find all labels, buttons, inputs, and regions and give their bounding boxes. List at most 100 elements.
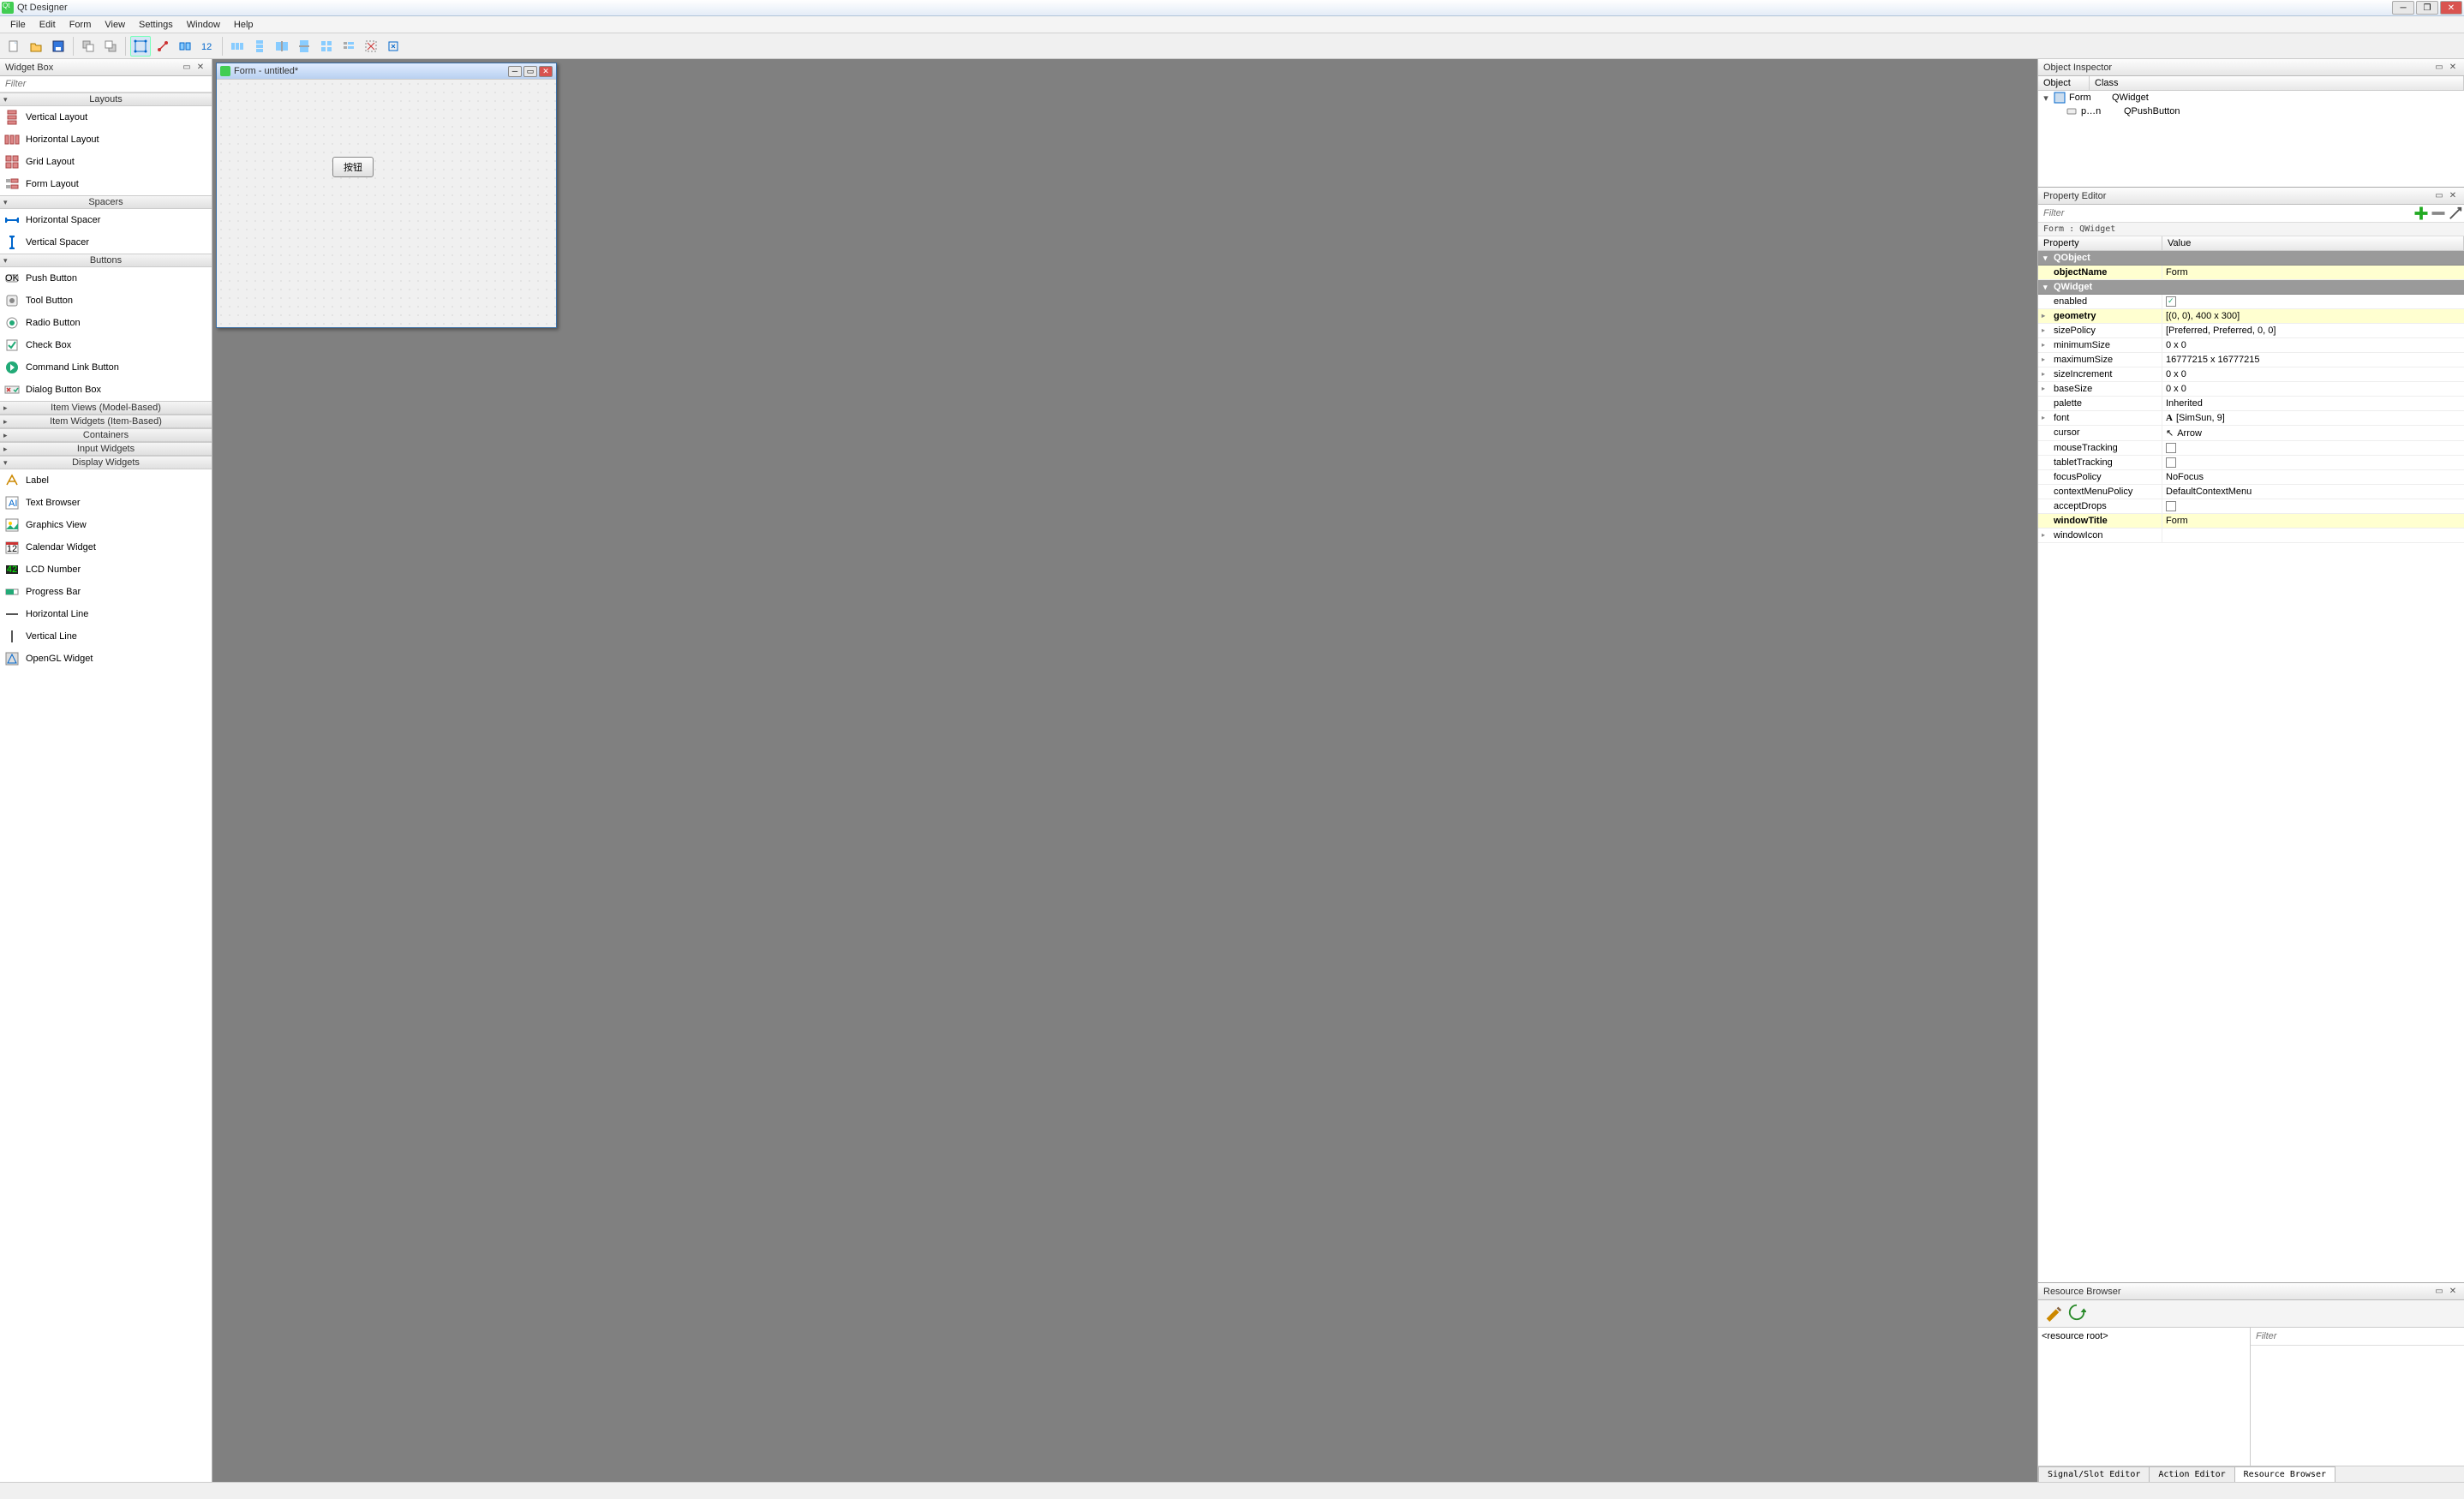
oi-tree[interactable]: ▾FormQWidgetp…nQPushButton bbox=[2038, 91, 2464, 187]
wb-item-lcd-number[interactable]: 42LCD Number bbox=[0, 558, 212, 581]
pe-prop-acceptdrops[interactable]: acceptDrops bbox=[2038, 499, 2464, 514]
dock-close-button[interactable]: ✕ bbox=[194, 62, 206, 74]
menu-edit[interactable]: Edit bbox=[33, 16, 63, 33]
wb-item-grid-layout[interactable]: Grid Layout bbox=[0, 151, 212, 173]
edit-signals-icon[interactable] bbox=[153, 36, 173, 57]
rb-resource-view[interactable] bbox=[2251, 1346, 2464, 1466]
window-maximize-button[interactable]: ❐ bbox=[2416, 1, 2438, 15]
new-file-icon[interactable] bbox=[3, 36, 24, 57]
form-subwindow[interactable]: Form - untitled* ─ ▭ ✕ 按钮 bbox=[216, 63, 557, 328]
pe-prop-focuspolicy[interactable]: focusPolicyNoFocus bbox=[2038, 470, 2464, 485]
wb-item-radio-button[interactable]: Radio Button bbox=[0, 312, 212, 334]
pe-config-button[interactable] bbox=[2447, 205, 2464, 222]
wb-category-input-widgets[interactable]: ▸Input Widgets bbox=[0, 442, 212, 456]
wb-category-layouts[interactable]: ▾Layouts bbox=[0, 93, 212, 106]
oi-header-class[interactable]: Class bbox=[2090, 76, 2464, 90]
widget-box-list[interactable]: ▾LayoutsVertical LayoutHorizontal Layout… bbox=[0, 93, 212, 1482]
pe-prop-font[interactable]: ▸fontA [SimSun, 9] bbox=[2038, 411, 2464, 426]
wb-item-check-box[interactable]: Check Box bbox=[0, 334, 212, 356]
form-maximize-button[interactable]: ▭ bbox=[523, 66, 537, 77]
wb-item-vertical-line[interactable]: Vertical Line bbox=[0, 625, 212, 648]
rb-edit-resources-button[interactable] bbox=[2043, 1303, 2062, 1324]
bottom-tab-signal-slot-editor[interactable]: Signal/Slot Editor bbox=[2038, 1466, 2150, 1482]
layout-v-splitter-icon[interactable] bbox=[294, 36, 314, 57]
pe-prop-geometry[interactable]: ▸geometry[(0, 0), 400 x 300] bbox=[2038, 309, 2464, 324]
send-back-icon[interactable] bbox=[78, 36, 99, 57]
pe-prop-tablettracking[interactable]: tabletTracking bbox=[2038, 456, 2464, 470]
pe-prop-basesize[interactable]: ▸baseSize0 x 0 bbox=[2038, 382, 2464, 397]
rb-close-button[interactable]: ✕ bbox=[2447, 1286, 2459, 1298]
form-titlebar[interactable]: Form - untitled* ─ ▭ ✕ bbox=[217, 63, 556, 79]
edit-tab-order-icon[interactable]: 12 bbox=[197, 36, 218, 57]
menu-window[interactable]: Window bbox=[180, 16, 227, 33]
oi-header-object[interactable]: Object bbox=[2038, 76, 2090, 90]
oi-close-button[interactable]: ✕ bbox=[2447, 62, 2459, 74]
oi-float-button[interactable]: ▭ bbox=[2433, 62, 2445, 74]
rb-float-button[interactable]: ▭ bbox=[2433, 1286, 2445, 1298]
pe-remove-dynamic-button[interactable] bbox=[2430, 205, 2447, 222]
menu-settings[interactable]: Settings bbox=[132, 16, 180, 33]
pe-prop-minimumsize[interactable]: ▸minimumSize0 x 0 bbox=[2038, 338, 2464, 353]
wb-category-containers[interactable]: ▸Containers bbox=[0, 428, 212, 442]
bottom-tab-action-editor[interactable]: Action Editor bbox=[2149, 1466, 2234, 1482]
bring-front-icon[interactable] bbox=[100, 36, 121, 57]
wb-category-buttons[interactable]: ▾Buttons bbox=[0, 254, 212, 267]
wb-item-progress-bar[interactable]: Progress Bar bbox=[0, 581, 212, 603]
form-canvas[interactable]: 按钮 bbox=[217, 79, 556, 327]
wb-item-opengl-widget[interactable]: OpenGL Widget bbox=[0, 648, 212, 670]
widget-box-filter-input[interactable] bbox=[0, 76, 212, 93]
menu-form[interactable]: Form bbox=[63, 16, 99, 33]
rb-reload-button[interactable] bbox=[2067, 1303, 2086, 1324]
checkbox-icon[interactable] bbox=[2166, 457, 2176, 468]
pe-prop-windowicon[interactable]: ▸windowIcon bbox=[2038, 529, 2464, 543]
save-file-icon[interactable] bbox=[48, 36, 69, 57]
wb-item-graphics-view[interactable]: Graphics View bbox=[0, 514, 212, 536]
oi-column-headers[interactable]: Object Class bbox=[2038, 76, 2464, 91]
wb-category-item-views-model-based-[interactable]: ▸Item Views (Model-Based) bbox=[0, 401, 212, 415]
wb-item-tool-button[interactable]: Tool Button bbox=[0, 290, 212, 312]
rb-root-label[interactable]: <resource root> bbox=[2042, 1331, 2108, 1341]
layout-h-splitter-icon[interactable] bbox=[272, 36, 292, 57]
wb-category-spacers[interactable]: ▾Spacers bbox=[0, 195, 212, 209]
wb-item-horizontal-spacer[interactable]: Horizontal Spacer bbox=[0, 209, 212, 231]
pe-prop-sizeincrement[interactable]: ▸sizeIncrement0 x 0 bbox=[2038, 367, 2464, 382]
wb-item-calendar-widget[interactable]: 12Calendar Widget bbox=[0, 536, 212, 558]
wb-item-vertical-layout[interactable]: Vertical Layout bbox=[0, 106, 212, 128]
form-close-button[interactable]: ✕ bbox=[539, 66, 553, 77]
pe-prop-objectname[interactable]: objectNameForm bbox=[2038, 266, 2464, 280]
oi-row-p…n[interactable]: p…nQPushButton bbox=[2038, 105, 2464, 118]
window-close-button[interactable]: ✕ bbox=[2440, 1, 2462, 15]
pe-prop-sizepolicy[interactable]: ▸sizePolicy[Preferred, Preferred, 0, 0] bbox=[2038, 324, 2464, 338]
layout-v-icon[interactable] bbox=[249, 36, 270, 57]
layout-form-icon[interactable] bbox=[338, 36, 359, 57]
pe-prop-contextmenupolicy[interactable]: contextMenuPolicyDefaultContextMenu bbox=[2038, 485, 2464, 499]
menu-help[interactable]: Help bbox=[227, 16, 260, 33]
checkbox-icon[interactable] bbox=[2166, 501, 2176, 511]
pe-prop-enabled[interactable]: enabled bbox=[2038, 295, 2464, 309]
pe-prop-mousetracking[interactable]: mouseTracking bbox=[2038, 441, 2464, 456]
menu-view[interactable]: View bbox=[98, 16, 132, 33]
wb-item-horizontal-line[interactable]: Horizontal Line bbox=[0, 603, 212, 625]
wb-item-form-layout[interactable]: Form Layout bbox=[0, 173, 212, 195]
checkbox-icon[interactable] bbox=[2166, 296, 2176, 307]
pe-prop-palette[interactable]: paletteInherited bbox=[2038, 397, 2464, 411]
property-filter-input[interactable] bbox=[2038, 206, 2413, 221]
pe-prop-windowtitle[interactable]: windowTitleForm bbox=[2038, 514, 2464, 529]
layout-h-icon[interactable] bbox=[227, 36, 248, 57]
wb-category-item-widgets-item-based-[interactable]: ▸Item Widgets (Item-Based) bbox=[0, 415, 212, 428]
wb-item-text-browser[interactable]: AIText Browser bbox=[0, 492, 212, 514]
wb-item-push-button[interactable]: OKPush Button bbox=[0, 267, 212, 290]
form-minimize-button[interactable]: ─ bbox=[508, 66, 522, 77]
wb-item-label[interactable]: Label bbox=[0, 469, 212, 492]
oi-row-form[interactable]: ▾FormQWidget bbox=[2038, 91, 2464, 105]
layout-grid-icon[interactable] bbox=[316, 36, 337, 57]
pe-close-button[interactable]: ✕ bbox=[2447, 190, 2459, 202]
pe-prop-maximumsize[interactable]: ▸maximumSize16777215 x 16777215 bbox=[2038, 353, 2464, 367]
open-file-icon[interactable] bbox=[26, 36, 46, 57]
pe-header-value[interactable]: Value bbox=[2162, 236, 2464, 250]
pe-group-qwidget[interactable]: ▾QWidget bbox=[2038, 280, 2464, 295]
pe-add-dynamic-button[interactable] bbox=[2413, 205, 2430, 222]
adjust-size-icon[interactable] bbox=[383, 36, 404, 57]
rb-resource-tree[interactable]: <resource root> bbox=[2038, 1328, 2251, 1466]
pe-column-headers[interactable]: Property Value bbox=[2038, 236, 2464, 251]
